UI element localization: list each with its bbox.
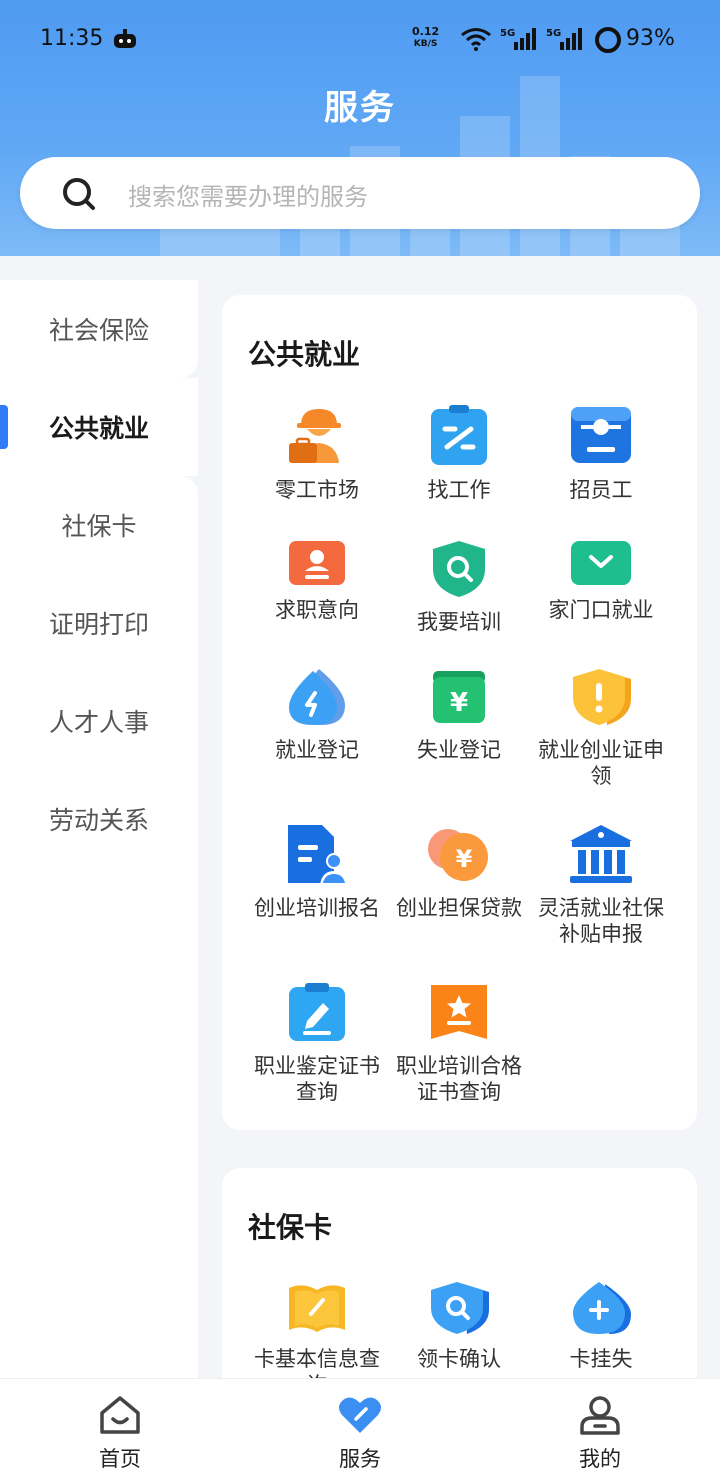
service-label: 创业培训报名 — [254, 896, 380, 920]
category-sidebar: 社会保险 公共就业 社保卡 证明打印 人才人事 劳动关系 — [0, 280, 198, 1378]
sidebar-item-label: 劳动关系 — [48, 806, 149, 835]
document-person-icon — [288, 825, 348, 885]
service-tile[interactable]: 家门口就业 — [531, 539, 671, 623]
service-label: 职业培训合格证书查询 — [396, 1054, 522, 1104]
service-label: 招员工 — [569, 478, 633, 502]
wallet-icon: ¥ — [433, 671, 485, 723]
home-icon — [100, 1396, 140, 1434]
service-tile[interactable]: 招员工 — [531, 403, 671, 503]
signal-5g-icon: 5G — [546, 28, 582, 50]
battery-ring-icon — [595, 27, 621, 53]
shield-search-icon — [433, 541, 485, 597]
section-title: 公共就业 — [248, 338, 361, 371]
battery-level: 93% — [626, 26, 675, 51]
service-tile[interactable]: ¥ 失业登记 — [389, 667, 529, 763]
sidebar-item-label: 社保卡 — [61, 512, 137, 541]
service-tile[interactable]: 就业登记 — [247, 667, 387, 763]
sidebar-filler — [0, 868, 198, 1378]
service-tile[interactable]: ¥ 创业担保贷款 — [389, 823, 529, 921]
service-tile[interactable]: 零工市场 — [247, 403, 387, 503]
sidebar-item-social-card[interactable]: 社保卡 — [0, 476, 198, 574]
service-tile[interactable]: 找工作 — [389, 403, 529, 503]
service-label: 就业创业证申领 — [538, 738, 664, 788]
search-input[interactable]: 搜索您需要办理的服务 — [20, 157, 700, 229]
tab-mine[interactable]: 我的 — [480, 1379, 720, 1480]
bottom-tab-bar: 首页 服务 我的 — [0, 1378, 720, 1480]
service-label: 家门口就业 — [548, 598, 654, 622]
profile-icon — [580, 1396, 620, 1435]
svg-text:¥: ¥ — [456, 845, 473, 873]
tab-services[interactable]: 服务 — [240, 1379, 480, 1480]
drop-icon — [289, 669, 345, 725]
signal-5g-icon: 5G — [500, 28, 536, 50]
svg-text:5G: 5G — [500, 28, 515, 39]
service-tile[interactable]: 我要培训 — [389, 539, 529, 635]
service-label: 零工市场 — [275, 478, 359, 502]
service-tile[interactable]: 创业培训报名 — [247, 823, 387, 921]
id-card-icon — [571, 407, 631, 463]
active-indicator — [0, 405, 8, 449]
network-speed: 0.12 KB/S — [412, 25, 440, 50]
svg-text:5G: 5G — [546, 28, 561, 39]
shield-alert-icon — [573, 669, 631, 725]
service-label: 就业登记 — [275, 738, 359, 762]
sidebar-item-label: 人才人事 — [48, 708, 149, 737]
status-time: 11:35 — [40, 26, 104, 51]
section-card-public-employment: 公共就业 零工市场 找工作 招员工 求职意向 我要培训 家门口就业 就业登记 ¥… — [222, 295, 697, 1130]
service-label: 领卡确认 — [417, 1347, 501, 1371]
wifi-icon — [461, 28, 491, 51]
page-title: 服务 — [324, 88, 396, 128]
clipboard-icon — [431, 405, 487, 465]
tab-label: 首页 — [99, 1447, 141, 1471]
tab-label: 我的 — [579, 1447, 621, 1471]
clipboard-pen-icon — [289, 983, 345, 1041]
sidebar-item-certificate-print[interactable]: 证明打印 — [0, 574, 198, 672]
coin-icon: ¥ — [428, 829, 488, 881]
sidebar-item-public-employment[interactable]: 公共就业 — [0, 378, 198, 476]
tab-label: 服务 — [339, 1447, 381, 1471]
service-tile[interactable]: 卡挂失 — [531, 1280, 671, 1372]
drop-plus-icon — [573, 1282, 631, 1334]
service-label: 找工作 — [427, 478, 491, 502]
robot-icon — [114, 29, 136, 48]
search-icon — [63, 178, 95, 210]
service-label: 失业登记 — [417, 738, 501, 762]
service-label: 我要培训 — [417, 610, 501, 634]
worker-icon — [289, 409, 341, 463]
service-label: 卡挂失 — [569, 1347, 633, 1371]
heart-icon — [339, 1397, 381, 1433]
certificate-star-icon — [431, 985, 487, 1039]
service-tile[interactable]: 求职意向 — [247, 539, 387, 623]
sidebar-item-social-insurance[interactable]: 社会保险 — [0, 280, 198, 378]
service-label: 求职意向 — [275, 598, 359, 622]
tab-home[interactable]: 首页 — [0, 1379, 240, 1480]
sidebar-item-label: 公共就业 — [48, 414, 149, 443]
section-card-social-card: 社保卡 卡基本信息查询 领卡确认 卡挂失 — [222, 1168, 697, 1398]
service-label: 职业鉴定证书查询 — [254, 1054, 380, 1104]
service-label: 灵活就业社保补贴申报 — [538, 896, 664, 946]
shield-search-icon — [431, 1282, 489, 1334]
sidebar-item-labor-relations[interactable]: 劳动关系 — [0, 770, 198, 868]
service-tile[interactable]: 职业鉴定证书查询 — [247, 981, 387, 1105]
chevron-box-icon — [571, 541, 631, 585]
status-bar: 11:35 0.12 KB/S 5G 5G 93% — [0, 0, 720, 80]
service-tile[interactable]: 领卡确认 — [389, 1280, 529, 1372]
service-label: 创业担保贷款 — [396, 896, 522, 920]
section-title: 社保卡 — [248, 1211, 333, 1244]
service-tile[interactable]: 就业创业证申领 — [531, 667, 671, 789]
sidebar-item-label: 社会保险 — [48, 316, 149, 345]
resume-icon — [289, 541, 345, 585]
sidebar-item-talent-personnel[interactable]: 人才人事 — [0, 672, 198, 770]
service-tile[interactable]: 灵活就业社保补贴申报 — [531, 823, 671, 947]
sidebar-item-label: 证明打印 — [48, 610, 149, 639]
bank-icon — [570, 825, 632, 883]
book-pen-icon — [289, 1285, 345, 1332]
search-placeholder: 搜索您需要办理的服务 — [128, 183, 368, 211]
svg-text:¥: ¥ — [450, 688, 468, 718]
service-tile[interactable]: 职业培训合格证书查询 — [389, 981, 529, 1105]
